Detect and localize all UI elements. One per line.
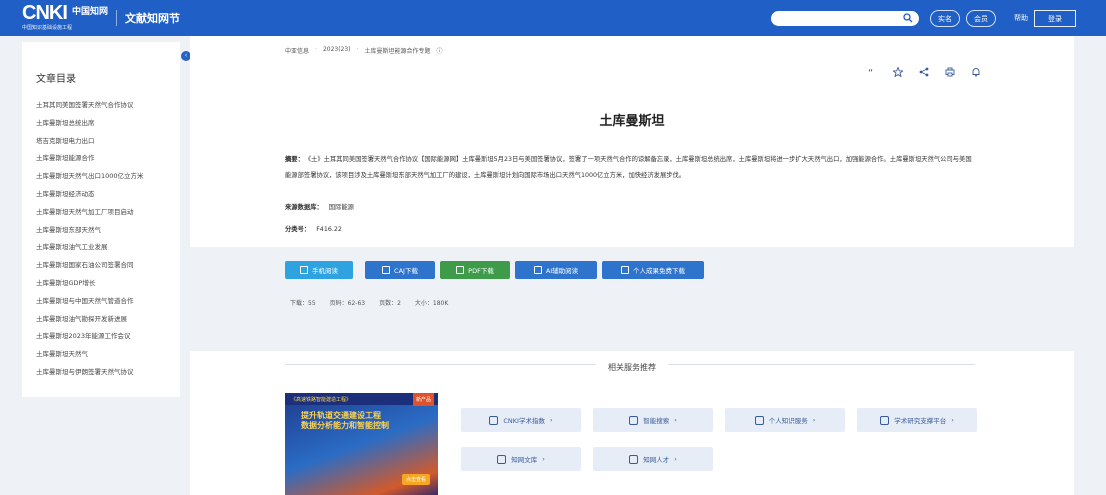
toc-item[interactable]: 土库曼斯坦与伊朗签署天然气协议 [36, 366, 144, 384]
toc-item[interactable]: 土库曼斯坦天然气加工厂项目启动 [36, 206, 144, 224]
abstract-text: 《土》土耳其同美国签署天然气合作协议【国际能源网】土库曼斯坦5月23日与美国签署… [285, 156, 972, 179]
svg-text:“: “ [868, 68, 873, 77]
toc-item[interactable]: 土库曼斯坦国家石油公司签署合同 [36, 259, 144, 277]
ai-read-button[interactable]: AI辅助阅读 [515, 261, 597, 279]
chevron-right-icon: › [951, 416, 954, 424]
class-label: 分类号： [285, 226, 311, 233]
chart-icon [489, 415, 499, 425]
service-personal[interactable]: 个人知识服务 › [725, 408, 845, 432]
article-stats: 下载：55 页码：62-63 页数：2 大小：180K [290, 298, 448, 307]
article-panel: 中亚信息 · 2023(23) · 土库曼斯坦能源合作专题 ⓘ “ 土库曼斯坦 … [190, 36, 1074, 495]
breadcrumb-sep: · [356, 46, 359, 53]
breadcrumb-item[interactable]: 中亚信息 [285, 46, 309, 55]
phone-icon [300, 266, 308, 274]
search-icon[interactable] [903, 13, 913, 23]
breadcrumb-sep: · [315, 46, 317, 53]
class-value: F416.22 [316, 226, 342, 233]
toc-item[interactable]: 土库曼斯坦天然气出口1000亿立方米 [36, 170, 144, 188]
chevron-right-icon: › [549, 416, 553, 424]
article-abstract: 摘要： 《土》土耳其同美国签署天然气合作协议【国际能源网】土库曼斯坦5月23日与美… [285, 152, 975, 184]
abstract-label: 摘要： [285, 156, 304, 163]
toc-item[interactable]: 塔吉克斯坦电力出口 [36, 135, 144, 153]
stat-size: 大小：180K [414, 300, 449, 307]
chevron-right-icon: › [812, 416, 816, 424]
pdf-download-button[interactable]: PDF下载 [440, 261, 510, 279]
book-icon [629, 415, 639, 425]
top-bar: CNKI 中国知网 中国知识基础设施工程 文献知网节 实名 会员 帮助 登录 [0, 0, 1106, 36]
toc-item[interactable]: 土库曼斯坦油气勘探开发新进展 [36, 313, 144, 331]
personal-download-button[interactable]: 个人成果免费下载 [602, 261, 704, 279]
toc-item[interactable]: 土库曼斯坦与中国天然气管道合作 [36, 295, 144, 313]
toc-item[interactable]: 土库曼斯坦东部天然气 [36, 224, 144, 242]
cnki-logo[interactable]: CNKI 中国知网 中国知识基础设施工程 [22, 2, 108, 32]
print-icon[interactable] [944, 66, 956, 78]
promo-headline: 提升轨道交通建设工程 数据分析能力和智能控制 [301, 411, 389, 430]
person-icon [629, 454, 639, 464]
quote-icon[interactable]: “ [866, 66, 878, 78]
service-library[interactable]: 知网文库 › [461, 447, 581, 471]
article-title: 土库曼斯坦 [599, 114, 665, 129]
service-smart-search[interactable]: 智能搜索 › [593, 408, 713, 432]
toc-sidebar: 文章目录 土耳其同美国签署天然气合作协议 土库曼斯坦总统出席 塔吉克斯坦电力出口 土库… [22, 42, 180, 397]
article-tools: “ [866, 66, 982, 78]
service-research-platform[interactable]: 学术研究支撑平台 › [857, 408, 977, 432]
chevron-right-icon: › [674, 416, 677, 424]
related-title: 相关服务推荐 [190, 360, 1074, 373]
toc-item[interactable]: 土库曼斯坦油气工业发展 [36, 241, 144, 259]
promo-cta[interactable]: 点击查看 [401, 474, 430, 485]
library-icon [497, 454, 507, 464]
search-input[interactable] [771, 11, 919, 26]
toc-heading: 文章目录 [36, 74, 76, 85]
service-cnki-index[interactable]: CNKI学术指数 › [461, 408, 581, 432]
chevron-right-icon: › [674, 455, 677, 463]
promo-badge: 新产品 [412, 393, 434, 406]
toc-item[interactable]: 土库曼斯坦经济动态 [36, 188, 144, 206]
toc-item[interactable]: 土库曼斯坦天然气 [36, 348, 144, 366]
stat-downloads: 下载：55 [290, 300, 316, 307]
section-title: 文献知网节 [116, 10, 180, 26]
toc-item[interactable]: 土库曼斯坦2023年能源工作会议 [36, 330, 144, 348]
chat-icon [880, 415, 890, 425]
service-talent[interactable]: 知网人才 › [593, 447, 713, 471]
bell-icon[interactable] [970, 66, 982, 78]
source-value[interactable]: 国际能源 [329, 204, 354, 211]
class-number: 分类号： F416.22 [285, 224, 342, 233]
book-icon [382, 266, 391, 274]
stat-pages: 页码：62-63 [329, 300, 366, 307]
breadcrumb: 中亚信息 · 2023(23) · 土库曼斯坦能源合作专题 ⓘ [285, 46, 442, 55]
realname-button[interactable]: 实名 [930, 10, 960, 27]
breadcrumb-item[interactable]: 2023(23) [323, 46, 351, 55]
source-db: 来源数据库： 国际能源 [285, 202, 354, 211]
download-band: 手机阅读 CAJ下载 PDF下载 AI辅助阅读 个人成果免费下载 下载：55 页… [190, 247, 1074, 351]
ai-icon [533, 266, 542, 274]
chevron-left-icon: ‹ [184, 52, 188, 59]
share-icon[interactable] [918, 66, 930, 78]
toc-item[interactable]: 土库曼斯坦总统出席 [36, 117, 144, 135]
chevron-right-icon: › [542, 455, 545, 463]
toc-item[interactable]: 土库曼斯坦GDP增长 [36, 277, 144, 295]
pdf-icon [456, 266, 465, 274]
source-label: 来源数据库： [285, 204, 323, 211]
login-button[interactable]: 登录 [1034, 10, 1076, 27]
toc-item[interactable]: 土库曼斯坦能源合作 [36, 152, 144, 170]
toc-item[interactable]: 土耳其同美国签署天然气合作协议 [36, 99, 144, 117]
mobile-read-button[interactable]: 手机阅读 [285, 261, 353, 279]
promo-banner[interactable]: 《高速铁路智能建造工程》 新产品 提升轨道交通建设工程 数据分析能力和智能控制 … [285, 393, 438, 495]
breadcrumb-item[interactable]: 土库曼斯坦能源合作专题 [364, 46, 430, 55]
help-link[interactable]: 帮助 [1014, 13, 1028, 23]
stat-pagecount: 页数：2 [379, 300, 401, 307]
toc-list: 土耳其同美国签署天然气合作协议 土库曼斯坦总统出席 塔吉克斯坦电力出口 土库曼斯坦能源… [36, 99, 144, 384]
grid-icon [754, 415, 764, 425]
star-icon[interactable] [892, 66, 904, 78]
member-button[interactable]: 会员 [966, 10, 996, 27]
info-icon[interactable]: ⓘ [436, 46, 442, 55]
caj-download-button[interactable]: CAJ下载 [365, 261, 435, 279]
download-icon [621, 266, 629, 274]
